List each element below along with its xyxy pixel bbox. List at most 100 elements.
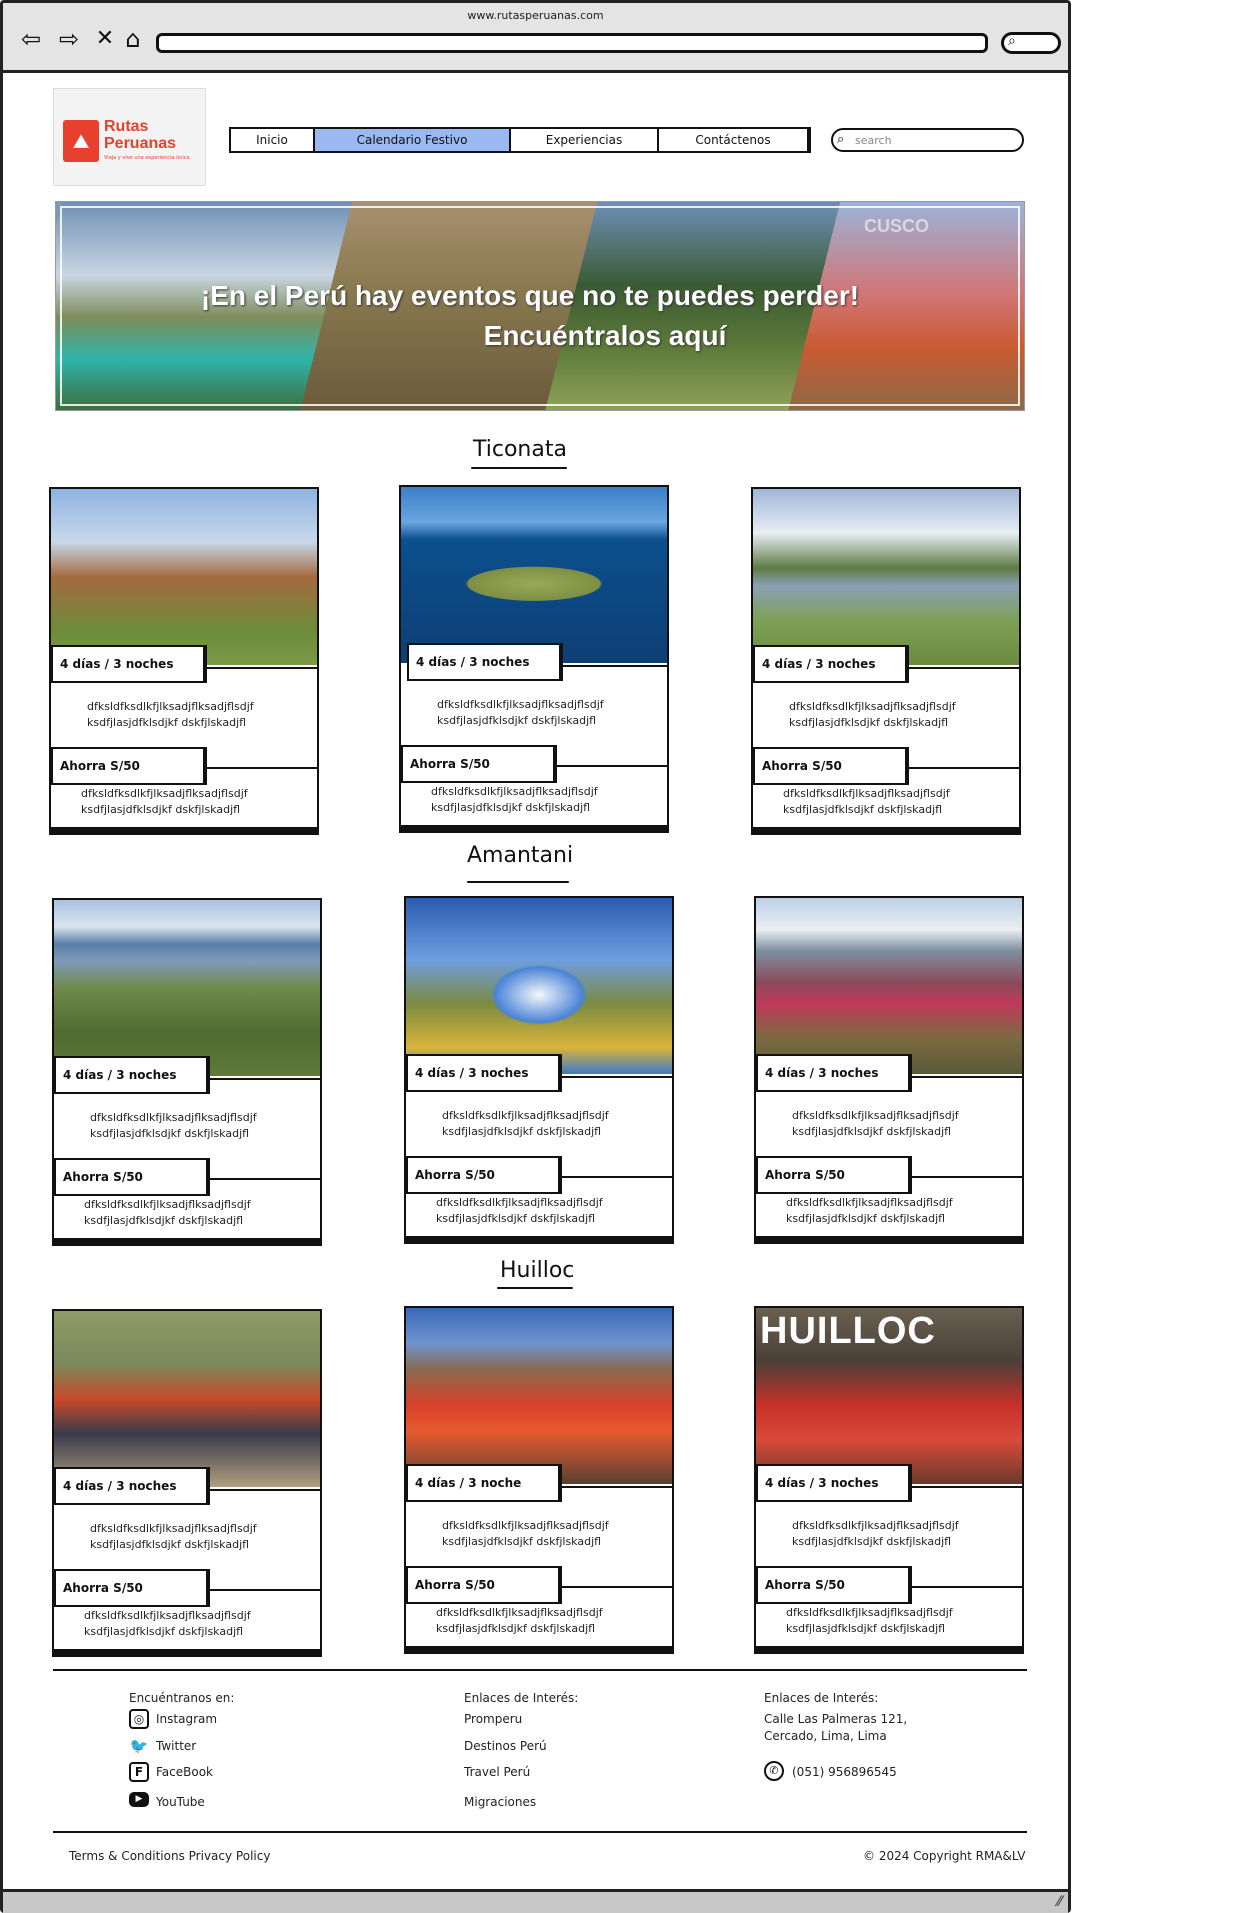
social-instagram[interactable]: Instagram bbox=[156, 1712, 217, 1726]
duration-label: 4 días / 3 noches bbox=[54, 1467, 210, 1505]
tour-card[interactable]: 4 días / 3 noches dfksldfksdlkfjlksadjfl… bbox=[751, 487, 1021, 835]
resize-grip-icon[interactable]: ⁄⁄ bbox=[1057, 1894, 1062, 1910]
social-youtube[interactable]: YouTube bbox=[156, 1795, 205, 1809]
desc-line: ksdfjlasjdfklsdjkf dskfjlskadjfl bbox=[442, 1535, 602, 1548]
duration-label: 4 días / 3 noche bbox=[406, 1464, 562, 1502]
instagram-icon[interactable]: ◎ bbox=[129, 1709, 149, 1729]
card-photo-huts bbox=[51, 489, 317, 665]
status-bar: ⁄⁄ bbox=[3, 1889, 1068, 1913]
contact-title: Enlaces de Interés: bbox=[764, 1691, 879, 1705]
desc-line: dfksldfksdlkfjlksadjflksadjflsdjf bbox=[81, 787, 248, 800]
main-nav: Inicio Calendario Festivo Experiencias C… bbox=[229, 127, 811, 153]
card-detail: dfksldfksdlkfjlksadjflksadjflsdjf ksdfjla… bbox=[786, 1195, 953, 1227]
search-placeholder: search bbox=[855, 134, 892, 147]
footer-divider bbox=[53, 1669, 1027, 1671]
desc-line: dfksldfksdlkfjlksadjflksadjflsdjf bbox=[792, 1519, 959, 1532]
desc-line: ksdfjlasjdfklsdjkf dskfjlskadjfl bbox=[87, 716, 247, 729]
nav-experiencias[interactable]: Experiencias bbox=[511, 129, 659, 151]
saving-label: Ahorra S/50 bbox=[406, 1566, 562, 1604]
card-description: dfksldfksdlkfjlksadjflksadjflsdjf ksdfjla… bbox=[789, 699, 956, 731]
tour-card[interactable]: 4 días / 3 noche dfksldfksdlkfjlksadjflk… bbox=[404, 1306, 674, 1654]
card-description: dfksldfksdlkfjlksadjflksadjflsdjf ksdfjla… bbox=[90, 1521, 257, 1553]
saving-label: Ahorra S/50 bbox=[756, 1566, 912, 1604]
search-icon: ⌕ bbox=[1008, 33, 1016, 49]
facebook-icon[interactable]: F bbox=[129, 1762, 149, 1782]
social-twitter[interactable]: Twitter bbox=[156, 1739, 196, 1753]
desc-line: ksdfjlasjdfklsdjkf dskfjlskadjfl bbox=[84, 1214, 244, 1227]
tour-card[interactable]: 4 días / 3 noches dfksldfksdlkfjlksadjfl… bbox=[754, 896, 1024, 1244]
divider bbox=[210, 1589, 320, 1591]
desc-line: dfksldfksdlkfjlksadjflksadjflsdjf bbox=[84, 1198, 251, 1211]
desc-line: dfksldfksdlkfjlksadjflksadjflsdjf bbox=[84, 1609, 251, 1622]
link-promperu[interactable]: Promperu bbox=[464, 1712, 522, 1726]
section-title-amantani: Amantani bbox=[467, 843, 574, 868]
saving-label: Ahorra S/50 bbox=[51, 747, 207, 785]
tour-card[interactable]: 4 días / 3 noches dfksldfksdlkfjlksadjfl… bbox=[52, 898, 322, 1246]
desc-line: ksdfjlasjdfklsdjkf dskfjlskadjfl bbox=[442, 1125, 602, 1138]
duration-label: 4 días / 3 noches bbox=[756, 1054, 912, 1092]
arrow-left-icon[interactable]: ⇦ bbox=[17, 25, 45, 53]
desc-line: dfksldfksdlkfjlksadjflksadjflsdjf bbox=[87, 700, 254, 713]
card-detail: dfksldfksdlkfjlksadjflksadjflsdjf ksdfjla… bbox=[81, 786, 248, 818]
divider bbox=[909, 767, 1019, 769]
search-input[interactable]: ⌕ search bbox=[831, 128, 1024, 152]
tour-card[interactable]: 4 días / 3 noches dfksldfksdlkfjlksadjfl… bbox=[49, 487, 319, 835]
link-travel-peru[interactable]: Travel Perú bbox=[464, 1765, 530, 1779]
desc-line: ksdfjlasjdfklsdjkf dskfjlskadjfl bbox=[437, 714, 597, 727]
duration-label: 4 días / 3 noches bbox=[406, 1054, 562, 1092]
duration-label: 4 días / 3 noches bbox=[756, 1464, 912, 1502]
desc-line: ksdfjlasjdfklsdjkf dskfjlskadjfl bbox=[84, 1625, 244, 1638]
divider bbox=[210, 1178, 320, 1180]
twitter-icon[interactable]: 🐦 bbox=[129, 1736, 149, 1756]
terms-link[interactable]: Terms & Conditions Privacy Policy bbox=[69, 1849, 270, 1863]
address-bar[interactable] bbox=[156, 33, 988, 53]
youtube-icon[interactable]: ▶ bbox=[129, 1792, 149, 1807]
tour-card[interactable]: 4 días / 3 noches dfksldfksdlkfjlksadjfl… bbox=[404, 896, 674, 1244]
duration-label: 4 días / 3 noches bbox=[753, 645, 909, 683]
logo-mark-icon: ⛰ bbox=[63, 120, 99, 162]
divider bbox=[562, 1586, 672, 1588]
card-description: dfksldfksdlkfjlksadjflksadjflsdjf ksdfjla… bbox=[437, 697, 604, 729]
nav-calendario-festivo[interactable]: Calendario Festivo bbox=[315, 129, 511, 151]
card-photo-lakeshore bbox=[753, 489, 1019, 665]
social-facebook[interactable]: FaceBook bbox=[156, 1765, 213, 1779]
x-icon[interactable]: ✕ bbox=[91, 25, 119, 53]
divider bbox=[562, 1076, 672, 1078]
desc-line: dfksldfksdlkfjlksadjflksadjflsdjf bbox=[90, 1522, 257, 1535]
nav-contactenos[interactable]: Contáctenos bbox=[659, 129, 807, 151]
saving-label: Ahorra S/50 bbox=[54, 1569, 210, 1607]
nav-inicio[interactable]: Inicio bbox=[231, 129, 315, 151]
browser-window: www.rutasperuanas.com ⇦ ⇨ ✕ ⌂ ⌕ ⛰ Rutas … bbox=[0, 0, 1071, 1913]
logo[interactable]: ⛰ Rutas Peruanas Viaja y vive una experi… bbox=[53, 88, 206, 186]
search-icon: ⌕ bbox=[837, 132, 845, 147]
divider bbox=[912, 1586, 1022, 1588]
desc-line: dfksldfksdlkfjlksadjflksadjflsdjf bbox=[792, 1109, 959, 1122]
divider bbox=[562, 1486, 672, 1488]
desc-line: dfksldfksdlkfjlksadjflksadjflsdjf bbox=[783, 787, 950, 800]
card-photo-church bbox=[406, 898, 672, 1074]
card-description: dfksldfksdlkfjlksadjflksadjflsdjf ksdfjla… bbox=[792, 1108, 959, 1140]
arrow-right-icon[interactable]: ⇨ bbox=[55, 25, 83, 53]
desc-line: dfksldfksdlkfjlksadjflksadjflsdjf bbox=[789, 700, 956, 713]
desc-line: ksdfjlasjdfklsdjkf dskfjlskadjfl bbox=[786, 1622, 946, 1635]
divider bbox=[557, 665, 667, 667]
hero-banner[interactable]: CUSCO ¡En el Perú hay eventos que no te … bbox=[55, 201, 1025, 411]
browser-toolbar: www.rutasperuanas.com ⇦ ⇨ ✕ ⌂ ⌕ bbox=[3, 3, 1068, 73]
link-migraciones[interactable]: Migraciones bbox=[464, 1795, 536, 1809]
contact-phone[interactable]: (051) 956896545 bbox=[792, 1765, 897, 1779]
card-photo-terraces bbox=[54, 900, 320, 1076]
tour-card[interactable]: 4 días / 3 noches dfksldfksdlkfjlksadjfl… bbox=[399, 485, 669, 833]
tour-card[interactable]: 4 días / 3 noches dfksldfksdlkfjlksadjfl… bbox=[52, 1309, 322, 1657]
whatsapp-icon[interactable]: ✆ bbox=[764, 1761, 784, 1781]
address-line1: Calle Las Palmeras 121, bbox=[764, 1712, 908, 1726]
tour-card[interactable]: HUILLOC 4 días / 3 noches dfksldfksdlkfj… bbox=[754, 1306, 1024, 1654]
divider bbox=[557, 765, 667, 767]
card-description: dfksldfksdlkfjlksadjflksadjflsdjf ksdfjla… bbox=[442, 1108, 609, 1140]
brand-line1: Rutas bbox=[104, 118, 149, 135]
home-icon[interactable]: ⌂ bbox=[119, 25, 147, 53]
desc-line: dfksldfksdlkfjlksadjflksadjflsdjf bbox=[442, 1519, 609, 1532]
browser-search[interactable]: ⌕ bbox=[1001, 32, 1061, 54]
card-detail: dfksldfksdlkfjlksadjflksadjflsdjf ksdfjla… bbox=[783, 786, 950, 818]
link-destinos-peru[interactable]: Destinos Perú bbox=[464, 1739, 547, 1753]
desc-line: dfksldfksdlkfjlksadjflksadjflsdjf bbox=[436, 1606, 603, 1619]
